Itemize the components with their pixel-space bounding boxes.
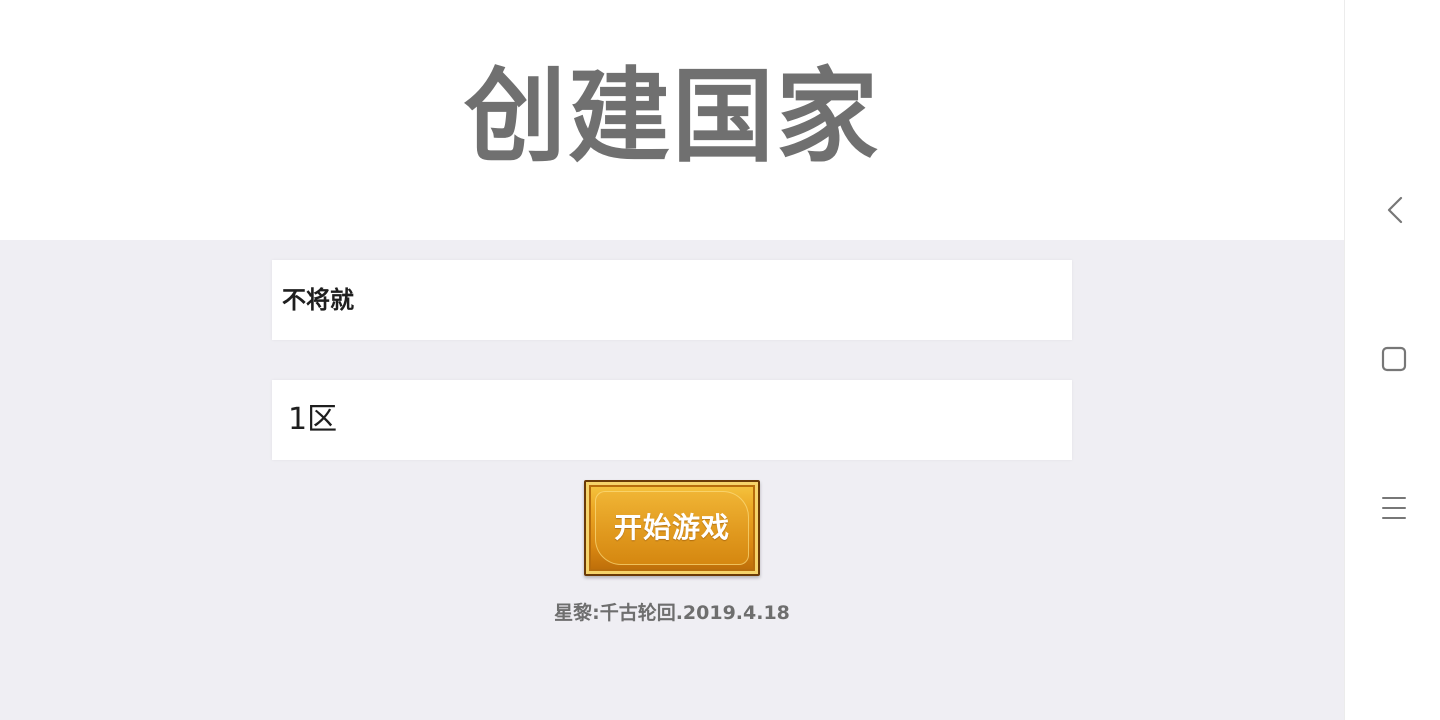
home-button[interactable] [1371, 337, 1415, 381]
server-select[interactable]: 1区 [272, 380, 1072, 460]
chevron-left-icon [1387, 196, 1403, 224]
version-text: 星黎:千古轮回.2019.4.18 [554, 602, 790, 624]
back-button[interactable] [1371, 188, 1415, 232]
system-nav-bar [1344, 0, 1440, 720]
country-name-field[interactable]: 不将就 [272, 260, 1072, 340]
three-lines-icon [1382, 497, 1406, 519]
server-value: 1区 [288, 402, 338, 437]
recents-button[interactable] [1371, 486, 1415, 530]
rounded-square-icon [1381, 346, 1407, 372]
start-game-button[interactable]: 开始游戏 [584, 480, 760, 576]
country-name-value: 不将就 [282, 286, 354, 314]
start-game-label: 开始游戏 [613, 511, 730, 544]
header: 创建国家 [0, 0, 1344, 240]
game-screen: 创建国家 不将就 1区 开始游戏 星黎:千古轮回.2019.4.18 [0, 0, 1344, 720]
page-title: 创建国家 [464, 58, 880, 177]
